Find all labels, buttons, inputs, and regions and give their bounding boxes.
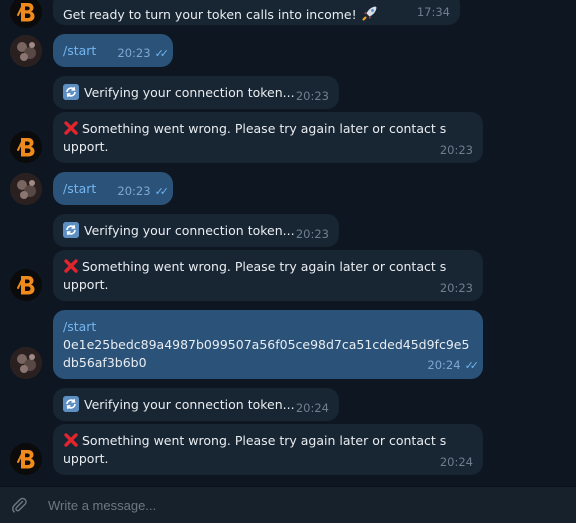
double-check-icon: ✓✓ — [154, 47, 170, 60]
user-avatar[interactable] — [10, 173, 42, 205]
message-bubble[interactable]: /start 20:23 ✓✓ — [53, 34, 173, 67]
sync-icon — [63, 396, 79, 412]
message-time: 20:23 ✓✓ — [117, 44, 170, 63]
bot-avatar[interactable] — [10, 0, 42, 28]
message-text: Get ready to turn your token calls into … — [63, 7, 357, 22]
message-bubble[interactable]: Verifying your connection token... 20:24 — [53, 388, 339, 421]
message-time: 17:34 — [416, 5, 450, 19]
message-bubble[interactable]: /start 0e1e25bedc89a4987b099507a56f05ce9… — [53, 310, 483, 379]
message-text: Verifying your connection token... — [84, 397, 295, 412]
message-bubble[interactable]: Get ready to turn your token calls into … — [53, 0, 460, 25]
message-bubble[interactable]: Verifying your connection token... 20:23 — [53, 214, 339, 247]
rocket-icon — [361, 4, 379, 27]
message-text: Verifying your connection token... — [84, 85, 295, 100]
start-command-link[interactable]: /start — [63, 181, 96, 196]
message-text: Something went wrong. Please try again l… — [63, 259, 447, 292]
time-label: 20:23 — [117, 184, 151, 198]
time-label: 20:24 — [427, 358, 461, 372]
message-text: Something went wrong. Please try again l… — [63, 121, 447, 154]
cross-mark-icon — [63, 258, 79, 274]
sync-icon — [63, 222, 79, 238]
message-bubble[interactable]: Something went wrong. Please try again l… — [53, 112, 483, 163]
message-bubble[interactable]: Something went wrong. Please try again l… — [53, 424, 483, 475]
connection-token-text: 0e1e25bedc89a4987b099507a56f05ce98d7ca51… — [63, 337, 470, 370]
message-time: 20:24 — [295, 401, 329, 415]
user-avatar[interactable] — [10, 35, 42, 67]
message-bubble[interactable]: Something went wrong. Please try again l… — [53, 250, 483, 301]
message-time: 20:23 — [439, 281, 473, 295]
start-command-link[interactable]: /start — [63, 319, 96, 334]
message-time: 20:24 — [439, 455, 473, 469]
message-bubble[interactable]: Verifying your connection token... 20:23 — [53, 76, 339, 109]
double-check-icon: ✓✓ — [464, 359, 480, 372]
double-check-icon: ✓✓ — [154, 185, 170, 198]
message-time: 20:23 — [295, 227, 329, 241]
bot-avatar[interactable] — [10, 269, 42, 301]
message-time: 20:23 — [295, 89, 329, 103]
message-text: Verifying your connection token... — [84, 223, 295, 238]
attach-icon[interactable] — [10, 496, 28, 514]
bot-avatar[interactable] — [10, 131, 42, 163]
message-bubble[interactable]: /start 20:23 ✓✓ — [53, 172, 173, 205]
bot-avatar[interactable] — [10, 443, 42, 475]
message-composer: Write a message... — [0, 486, 576, 523]
user-avatar[interactable] — [10, 347, 42, 379]
start-command-link[interactable]: /start — [63, 43, 96, 58]
message-input[interactable]: Write a message... — [48, 498, 156, 513]
message-text: Something went wrong. Please try again l… — [63, 433, 447, 466]
sync-icon — [63, 84, 79, 100]
cross-mark-icon — [63, 120, 79, 136]
message-time: 20:23 ✓✓ — [117, 182, 170, 201]
cross-mark-icon — [63, 432, 79, 448]
message-time: 20:23 — [439, 143, 473, 157]
message-time: 20:24 ✓✓ — [427, 356, 480, 375]
time-label: 20:23 — [117, 46, 151, 60]
chat-history[interactable]: Get ready to turn your token calls into … — [0, 0, 576, 486]
